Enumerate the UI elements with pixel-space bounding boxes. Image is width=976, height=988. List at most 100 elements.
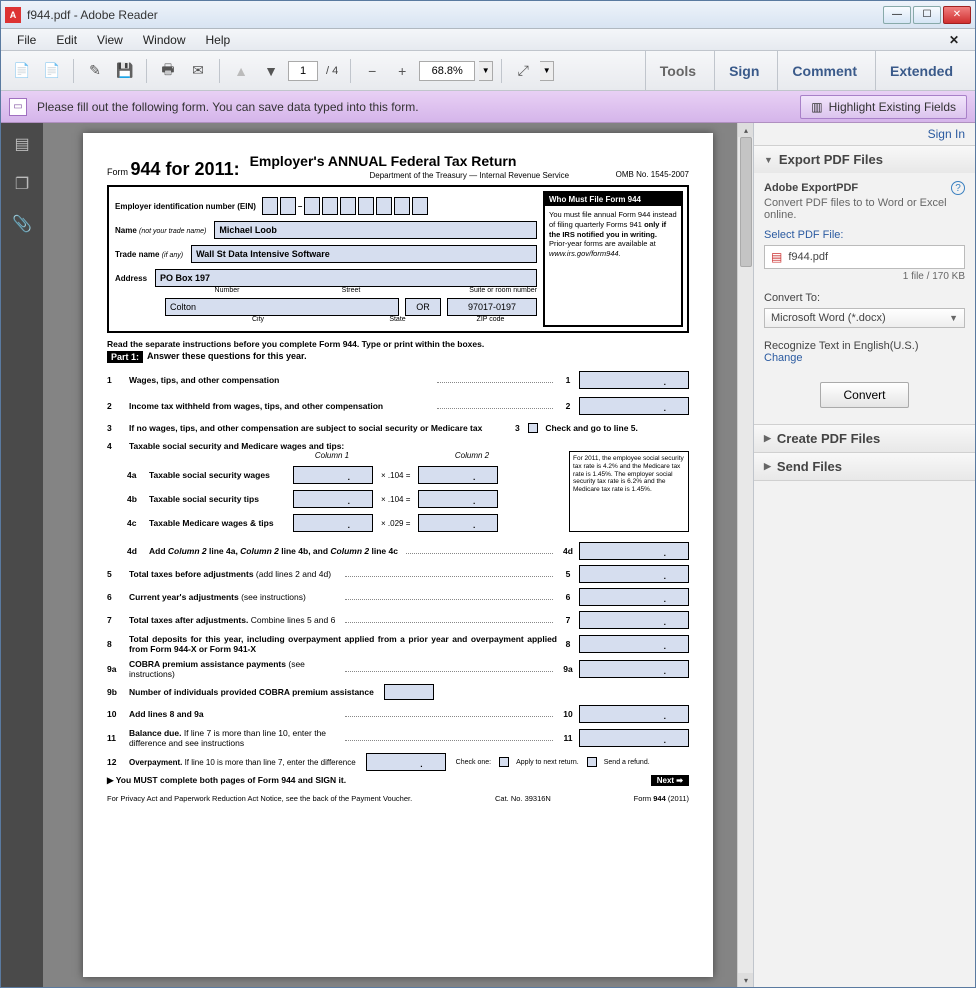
- menu-view[interactable]: View: [87, 33, 133, 47]
- name-field[interactable]: Michael Loob: [214, 221, 537, 239]
- ein-field[interactable]: [340, 197, 356, 215]
- thumbnails-icon[interactable]: ▤: [11, 133, 33, 155]
- line6-field[interactable]: [579, 588, 689, 606]
- ein-label: Employer identification number (EIN): [115, 202, 256, 211]
- recognize-text: Recognize Text in English(U.S.): [764, 340, 965, 352]
- scroll-thumb[interactable]: [740, 137, 752, 267]
- line1-field[interactable]: [579, 371, 689, 389]
- cat-no: Cat. No. 39316N: [495, 794, 551, 803]
- zip-field[interactable]: 97017-0197: [447, 298, 537, 316]
- menu-help[interactable]: Help: [196, 33, 241, 47]
- help-icon[interactable]: ?: [951, 181, 965, 195]
- state-field[interactable]: OR: [405, 298, 441, 316]
- line11-field[interactable]: [579, 729, 689, 747]
- line9a-field[interactable]: [579, 660, 689, 678]
- zoom-out-icon[interactable]: −: [359, 58, 385, 84]
- ein-field[interactable]: [280, 197, 296, 215]
- scroll-up-icon[interactable]: ▴: [738, 123, 753, 137]
- page-down-icon[interactable]: ▼: [258, 58, 284, 84]
- page-number-input[interactable]: [288, 61, 318, 81]
- tab-tools[interactable]: Tools: [645, 51, 710, 91]
- form-number: 944 for 2011:: [131, 159, 240, 179]
- maximize-button[interactable]: ☐: [913, 6, 941, 24]
- attachments-icon[interactable]: 📎: [11, 213, 33, 235]
- pdf-file-icon: ▤: [771, 250, 782, 264]
- ein-field[interactable]: [358, 197, 374, 215]
- line4c-col1[interactable]: [293, 514, 373, 532]
- send-files-header[interactable]: ▶Send Files: [754, 453, 975, 480]
- line2-field[interactable]: [579, 397, 689, 415]
- privacy-note: For Privacy Act and Paperwork Reduction …: [107, 794, 412, 803]
- line4c-col2[interactable]: [418, 514, 498, 532]
- highlight-fields-button[interactable]: ▥ Highlight Existing Fields: [800, 95, 967, 119]
- instructions: Read the separate instructions before yo…: [107, 339, 689, 349]
- toolbar: 📄 📄 ✎ 💾 🖶 ✉ ▲ ▼ / 4 − + ▼ ⤢ ▼ Tools Sign…: [1, 51, 975, 91]
- ein-field[interactable]: [304, 197, 320, 215]
- tab-extended[interactable]: Extended: [875, 51, 967, 91]
- line5-field[interactable]: [579, 565, 689, 583]
- vertical-scrollbar[interactable]: ▴ ▾: [737, 123, 753, 987]
- menu-edit[interactable]: Edit: [46, 33, 87, 47]
- bookmarks-icon[interactable]: ❐: [11, 173, 33, 195]
- menu-window[interactable]: Window: [133, 33, 196, 47]
- create-pdf-header[interactable]: ▶Create PDF Files: [754, 425, 975, 452]
- line4b-col2[interactable]: [418, 490, 498, 508]
- save-icon[interactable]: 💾: [112, 58, 138, 84]
- export-pdf-icon[interactable]: 📄: [9, 58, 35, 84]
- ein-field[interactable]: [412, 197, 428, 215]
- minimize-button[interactable]: —: [883, 6, 911, 24]
- edit-icon[interactable]: ✎: [82, 58, 108, 84]
- sign-in-link[interactable]: Sign In: [754, 123, 975, 146]
- line4a-col2[interactable]: [418, 466, 498, 484]
- page-up-icon[interactable]: ▲: [228, 58, 254, 84]
- line9b-field[interactable]: [384, 684, 434, 700]
- print-icon[interactable]: 🖶: [155, 58, 181, 84]
- line4b-col1[interactable]: [293, 490, 373, 508]
- change-language-link[interactable]: Change: [764, 352, 965, 364]
- refund-checkbox[interactable]: [587, 757, 597, 767]
- scroll-down-icon[interactable]: ▾: [738, 973, 753, 987]
- email-icon[interactable]: ✉: [185, 58, 211, 84]
- part1-header: Part 1:: [107, 351, 143, 363]
- zoom-in-icon[interactable]: +: [389, 58, 415, 84]
- apply-checkbox[interactable]: [499, 757, 509, 767]
- ein-field[interactable]: [262, 197, 278, 215]
- file-meta: 1 file / 170 KB: [764, 271, 965, 282]
- line12-field[interactable]: [366, 753, 446, 771]
- convert-button[interactable]: Convert: [820, 382, 908, 408]
- window-title: f944.pdf - Adobe Reader: [27, 8, 883, 22]
- fit-icon[interactable]: ⤢: [510, 58, 536, 84]
- next-button[interactable]: Next ➡: [651, 775, 689, 786]
- export-title: Adobe ExportPDF: [764, 182, 858, 194]
- line3-checkbox[interactable]: [528, 423, 538, 433]
- menu-file[interactable]: File: [7, 33, 46, 47]
- chevron-right-icon: ▶: [764, 433, 771, 444]
- menubar: File Edit View Window Help ✕: [1, 29, 975, 51]
- ein-field[interactable]: [376, 197, 392, 215]
- tab-comment[interactable]: Comment: [777, 51, 871, 91]
- address-field[interactable]: PO Box 197: [155, 269, 537, 287]
- tab-sign[interactable]: Sign: [714, 51, 773, 91]
- ein-field[interactable]: [394, 197, 410, 215]
- ein-field[interactable]: [322, 197, 338, 215]
- form-footer: Form 944 (2011): [634, 794, 689, 803]
- document-area: Form 944 for 2011: Employer's ANNUAL Fed…: [43, 123, 753, 987]
- close-button[interactable]: ✕: [943, 6, 971, 24]
- line7-field[interactable]: [579, 611, 689, 629]
- export-pdf-header[interactable]: ▼Export PDF Files: [754, 146, 975, 173]
- page-total: / 4: [322, 65, 342, 77]
- line8-field[interactable]: [579, 635, 689, 653]
- fit-dropdown[interactable]: ▼: [540, 61, 554, 81]
- zoom-input[interactable]: [419, 61, 475, 81]
- city-field[interactable]: Colton: [165, 298, 399, 316]
- menu-close-x[interactable]: ✕: [939, 33, 969, 47]
- convert-format-select[interactable]: Microsoft Word (*.docx) ▼: [764, 308, 965, 328]
- convert-to-label: Convert To:: [764, 292, 965, 304]
- tradename-field[interactable]: Wall St Data Intensive Software: [191, 245, 537, 263]
- line4a-col1[interactable]: [293, 466, 373, 484]
- line10-field[interactable]: [579, 705, 689, 723]
- zoom-dropdown[interactable]: ▼: [479, 61, 493, 81]
- line4d-field[interactable]: [579, 542, 689, 560]
- selected-file[interactable]: ▤ f944.pdf: [764, 245, 965, 269]
- create-pdf-icon[interactable]: 📄: [39, 58, 65, 84]
